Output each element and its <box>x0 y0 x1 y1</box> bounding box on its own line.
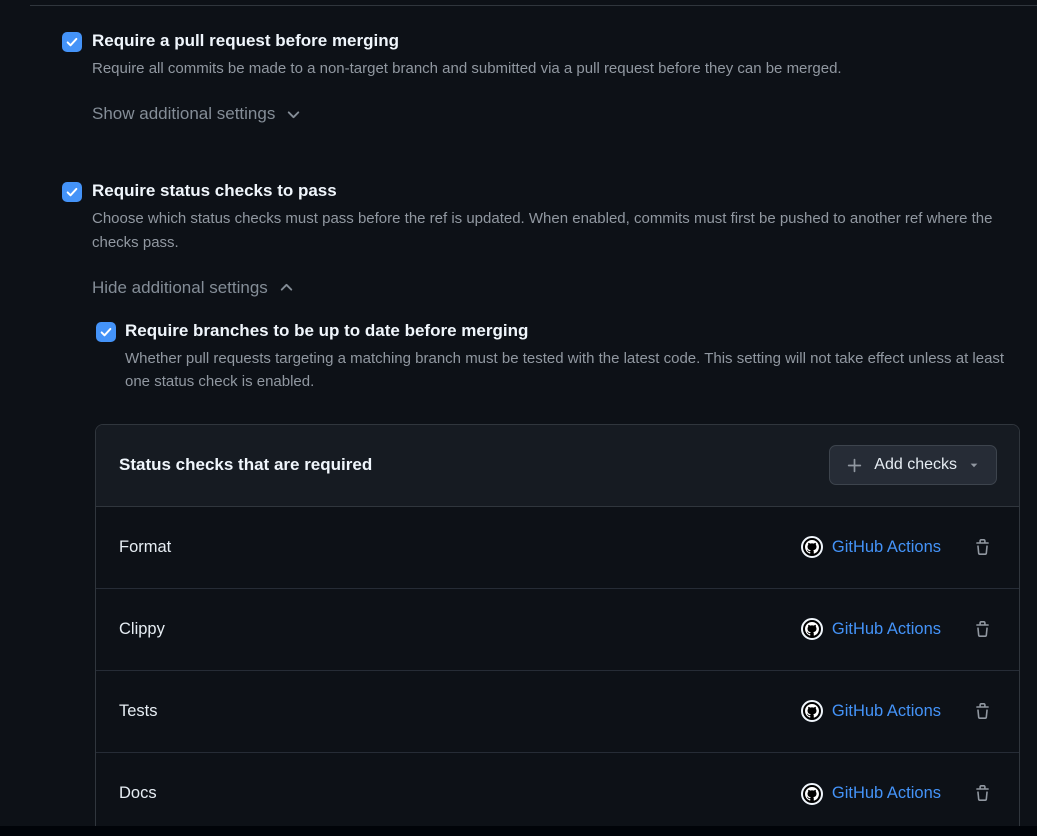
option-require-branches-up-to-date: Require branches to be up to date before… <box>96 320 1009 394</box>
add-checks-label: Add checks <box>874 456 957 474</box>
require-up-to-date-checkbox[interactable] <box>96 322 116 342</box>
plus-icon <box>846 457 863 474</box>
github-actions-link[interactable]: GitHub Actions <box>832 784 941 803</box>
check-name: Docs <box>119 784 801 803</box>
check-name: Clippy <box>119 620 801 639</box>
option-require-pull-request: Require a pull request before merging Re… <box>62 30 1027 124</box>
delete-check-button[interactable] <box>970 535 995 560</box>
add-checks-button[interactable]: Add checks <box>829 445 997 485</box>
show-additional-settings-toggle[interactable]: Show additional settings <box>92 104 302 124</box>
option-title: Require a pull request before merging <box>92 30 1027 52</box>
toggle-label: Hide additional settings <box>92 278 268 298</box>
status-check-row: Clippy GitHub Actions <box>96 589 1019 671</box>
require-status-checks-checkbox[interactable] <box>62 182 82 202</box>
chevron-up-icon <box>278 279 295 296</box>
check-icon <box>99 325 113 339</box>
status-checks-panel-header: Status checks that are required Add chec… <box>96 425 1019 507</box>
check-icon <box>65 35 79 49</box>
trash-icon <box>974 621 991 638</box>
toggle-label: Show additional settings <box>92 104 275 124</box>
hide-additional-settings-toggle[interactable]: Hide additional settings <box>92 278 295 298</box>
github-actions-link[interactable]: GitHub Actions <box>832 538 941 557</box>
viewport-bottom-edge <box>0 826 1037 836</box>
delete-check-button[interactable] <box>970 781 995 806</box>
status-check-row: Docs GitHub Actions <box>96 753 1019 835</box>
trash-icon <box>974 785 991 802</box>
trash-icon <box>974 703 991 720</box>
trash-icon <box>974 539 991 556</box>
status-check-row: Tests GitHub Actions <box>96 671 1019 753</box>
github-mark-icon <box>801 618 823 640</box>
option-title: Require status checks to pass <box>92 180 1027 202</box>
status-check-row: Format GitHub Actions <box>96 507 1019 589</box>
require-pull-request-checkbox[interactable] <box>62 32 82 52</box>
check-name: Tests <box>119 702 801 721</box>
check-name: Format <box>119 538 801 557</box>
github-actions-link[interactable]: GitHub Actions <box>832 620 941 639</box>
option-title: Require branches to be up to date before… <box>125 320 1009 342</box>
option-description: Choose which status checks must pass bef… <box>92 207 1027 254</box>
section-divider <box>30 5 1037 6</box>
option-require-status-checks: Require status checks to pass Choose whi… <box>62 180 1027 298</box>
github-actions-link[interactable]: GitHub Actions <box>832 702 941 721</box>
panel-title: Status checks that are required <box>119 455 372 475</box>
caret-down-icon <box>968 459 980 471</box>
github-mark-icon <box>801 536 823 558</box>
delete-check-button[interactable] <box>970 699 995 724</box>
status-checks-panel: Status checks that are required Add chec… <box>95 424 1020 836</box>
github-mark-icon <box>801 700 823 722</box>
chevron-down-icon <box>285 106 302 123</box>
option-description: Require all commits be made to a non-tar… <box>92 57 1027 80</box>
check-icon <box>65 185 79 199</box>
github-mark-icon <box>801 783 823 805</box>
delete-check-button[interactable] <box>970 617 995 642</box>
option-description: Whether pull requests targeting a matchi… <box>125 347 1009 394</box>
